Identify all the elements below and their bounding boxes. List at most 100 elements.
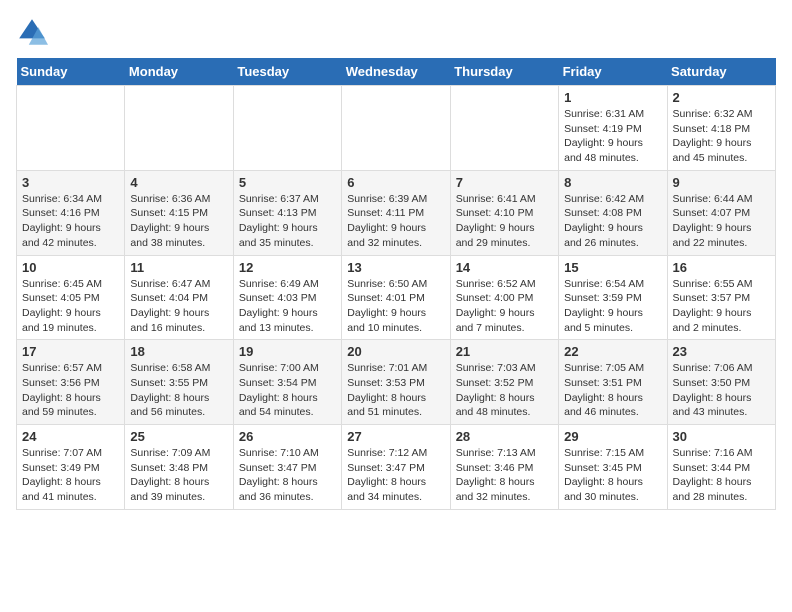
day-info: Sunrise: 6:34 AM Sunset: 4:16 PM Dayligh…: [22, 192, 119, 251]
calendar-cell: 24 Sunrise: 7:07 AM Sunset: 3:49 PM Dayli…: [17, 425, 125, 510]
day-number: 19: [239, 344, 336, 359]
day-info: Sunrise: 6:36 AM Sunset: 4:15 PM Dayligh…: [130, 192, 227, 251]
calendar-cell: 10 Sunrise: 6:45 AM Sunset: 4:05 PM Dayli…: [17, 255, 125, 340]
day-number: 10: [22, 260, 119, 275]
calendar-cell: 28 Sunrise: 7:13 AM Sunset: 3:46 PM Dayli…: [450, 425, 558, 510]
day-info: Sunrise: 6:50 AM Sunset: 4:01 PM Dayligh…: [347, 277, 444, 336]
day-info: Sunrise: 7:13 AM Sunset: 3:46 PM Dayligh…: [456, 446, 553, 505]
weekday-header: Tuesday: [233, 58, 341, 86]
day-number: 2: [673, 90, 770, 105]
weekday-header: Friday: [559, 58, 667, 86]
day-number: 23: [673, 344, 770, 359]
calendar-cell: 13 Sunrise: 6:50 AM Sunset: 4:01 PM Dayli…: [342, 255, 450, 340]
day-number: 9: [673, 175, 770, 190]
page-header: [16, 16, 776, 48]
day-number: 7: [456, 175, 553, 190]
day-number: 14: [456, 260, 553, 275]
day-info: Sunrise: 7:07 AM Sunset: 3:49 PM Dayligh…: [22, 446, 119, 505]
day-number: 22: [564, 344, 661, 359]
day-info: Sunrise: 7:15 AM Sunset: 3:45 PM Dayligh…: [564, 446, 661, 505]
calendar-cell: 21 Sunrise: 7:03 AM Sunset: 3:52 PM Dayli…: [450, 340, 558, 425]
day-number: 24: [22, 429, 119, 444]
calendar-cell: [233, 86, 341, 171]
day-number: 16: [673, 260, 770, 275]
calendar-cell: 22 Sunrise: 7:05 AM Sunset: 3:51 PM Dayli…: [559, 340, 667, 425]
calendar-week-row: 17 Sunrise: 6:57 AM Sunset: 3:56 PM Dayli…: [17, 340, 776, 425]
day-number: 18: [130, 344, 227, 359]
day-info: Sunrise: 6:31 AM Sunset: 4:19 PM Dayligh…: [564, 107, 661, 166]
calendar-cell: 7 Sunrise: 6:41 AM Sunset: 4:10 PM Daylig…: [450, 170, 558, 255]
day-info: Sunrise: 7:03 AM Sunset: 3:52 PM Dayligh…: [456, 361, 553, 420]
day-info: Sunrise: 6:41 AM Sunset: 4:10 PM Dayligh…: [456, 192, 553, 251]
day-number: 21: [456, 344, 553, 359]
day-info: Sunrise: 7:05 AM Sunset: 3:51 PM Dayligh…: [564, 361, 661, 420]
calendar-cell: 16 Sunrise: 6:55 AM Sunset: 3:57 PM Dayli…: [667, 255, 775, 340]
calendar-cell: [17, 86, 125, 171]
day-number: 8: [564, 175, 661, 190]
day-number: 6: [347, 175, 444, 190]
day-info: Sunrise: 7:09 AM Sunset: 3:48 PM Dayligh…: [130, 446, 227, 505]
day-info: Sunrise: 6:39 AM Sunset: 4:11 PM Dayligh…: [347, 192, 444, 251]
day-info: Sunrise: 6:42 AM Sunset: 4:08 PM Dayligh…: [564, 192, 661, 251]
calendar-cell: 1 Sunrise: 6:31 AM Sunset: 4:19 PM Daylig…: [559, 86, 667, 171]
calendar-cell: 27Sunrise: 7:12 AM Sunset: 3:47 PM Dayli…: [342, 425, 450, 510]
calendar-week-row: 10 Sunrise: 6:45 AM Sunset: 4:05 PM Dayli…: [17, 255, 776, 340]
weekday-header-row: SundayMondayTuesdayWednesdayThursdayFrid…: [17, 58, 776, 86]
calendar-cell: [342, 86, 450, 171]
day-number: 12: [239, 260, 336, 275]
weekday-header: Monday: [125, 58, 233, 86]
day-number: 26: [239, 429, 336, 444]
calendar-cell: 8 Sunrise: 6:42 AM Sunset: 4:08 PM Daylig…: [559, 170, 667, 255]
day-number: 29: [564, 429, 661, 444]
day-number: 4: [130, 175, 227, 190]
calendar-cell: 19Sunrise: 7:00 AM Sunset: 3:54 PM Dayli…: [233, 340, 341, 425]
day-info: Sunrise: 7:06 AM Sunset: 3:50 PM Dayligh…: [673, 361, 770, 420]
calendar-cell: 11 Sunrise: 6:47 AM Sunset: 4:04 PM Dayli…: [125, 255, 233, 340]
logo-icon: [16, 16, 48, 48]
calendar-cell: 23 Sunrise: 7:06 AM Sunset: 3:50 PM Dayli…: [667, 340, 775, 425]
day-info: Sunrise: 6:45 AM Sunset: 4:05 PM Dayligh…: [22, 277, 119, 336]
day-info: Sunrise: 7:16 AM Sunset: 3:44 PM Dayligh…: [673, 446, 770, 505]
calendar-week-row: 1 Sunrise: 6:31 AM Sunset: 4:19 PM Daylig…: [17, 86, 776, 171]
weekday-header: Thursday: [450, 58, 558, 86]
calendar-cell: 20 Sunrise: 7:01 AM Sunset: 3:53 PM Dayli…: [342, 340, 450, 425]
calendar-cell: 30Sunrise: 7:16 AM Sunset: 3:44 PM Dayli…: [667, 425, 775, 510]
day-number: 3: [22, 175, 119, 190]
calendar-cell: 17 Sunrise: 6:57 AM Sunset: 3:56 PM Dayli…: [17, 340, 125, 425]
day-info: Sunrise: 7:10 AM Sunset: 3:47 PM Dayligh…: [239, 446, 336, 505]
day-info: Sunrise: 6:44 AM Sunset: 4:07 PM Dayligh…: [673, 192, 770, 251]
calendar-cell: 12 Sunrise: 6:49 AM Sunset: 4:03 PM Dayli…: [233, 255, 341, 340]
day-info: Sunrise: 6:57 AM Sunset: 3:56 PM Dayligh…: [22, 361, 119, 420]
logo: [16, 16, 52, 48]
calendar-cell: [125, 86, 233, 171]
day-info: Sunrise: 7:01 AM Sunset: 3:53 PM Dayligh…: [347, 361, 444, 420]
calendar-week-row: 3 Sunrise: 6:34 AM Sunset: 4:16 PM Daylig…: [17, 170, 776, 255]
day-info: Sunrise: 6:54 AM Sunset: 3:59 PM Dayligh…: [564, 277, 661, 336]
day-info: Sunrise: 6:47 AM Sunset: 4:04 PM Dayligh…: [130, 277, 227, 336]
calendar-cell: 3 Sunrise: 6:34 AM Sunset: 4:16 PM Daylig…: [17, 170, 125, 255]
day-info: Sunrise: 6:37 AM Sunset: 4:13 PM Dayligh…: [239, 192, 336, 251]
day-info: Sunrise: 6:58 AM Sunset: 3:55 PM Dayligh…: [130, 361, 227, 420]
day-number: 11: [130, 260, 227, 275]
calendar-cell: 25 Sunrise: 7:09 AM Sunset: 3:48 PM Dayli…: [125, 425, 233, 510]
calendar-table: SundayMondayTuesdayWednesdayThursdayFrid…: [16, 58, 776, 510]
day-info: Sunrise: 7:12 AM Sunset: 3:47 PM Dayligh…: [347, 446, 444, 505]
day-number: 17: [22, 344, 119, 359]
day-info: Sunrise: 6:49 AM Sunset: 4:03 PM Dayligh…: [239, 277, 336, 336]
day-number: 1: [564, 90, 661, 105]
day-number: 25: [130, 429, 227, 444]
weekday-header: Saturday: [667, 58, 775, 86]
day-info: Sunrise: 6:52 AM Sunset: 4:00 PM Dayligh…: [456, 277, 553, 336]
day-number: 13: [347, 260, 444, 275]
calendar-cell: 2Sunrise: 6:32 AM Sunset: 4:18 PM Daylig…: [667, 86, 775, 171]
calendar-cell: 4 Sunrise: 6:36 AM Sunset: 4:15 PM Daylig…: [125, 170, 233, 255]
weekday-header: Sunday: [17, 58, 125, 86]
day-number: 28: [456, 429, 553, 444]
calendar-week-row: 24 Sunrise: 7:07 AM Sunset: 3:49 PM Dayli…: [17, 425, 776, 510]
day-number: 15: [564, 260, 661, 275]
calendar-cell: 14 Sunrise: 6:52 AM Sunset: 4:00 PM Dayli…: [450, 255, 558, 340]
day-info: Sunrise: 6:55 AM Sunset: 3:57 PM Dayligh…: [673, 277, 770, 336]
calendar-cell: 29 Sunrise: 7:15 AM Sunset: 3:45 PM Dayli…: [559, 425, 667, 510]
calendar-cell: 18 Sunrise: 6:58 AM Sunset: 3:55 PM Dayli…: [125, 340, 233, 425]
day-number: 20: [347, 344, 444, 359]
